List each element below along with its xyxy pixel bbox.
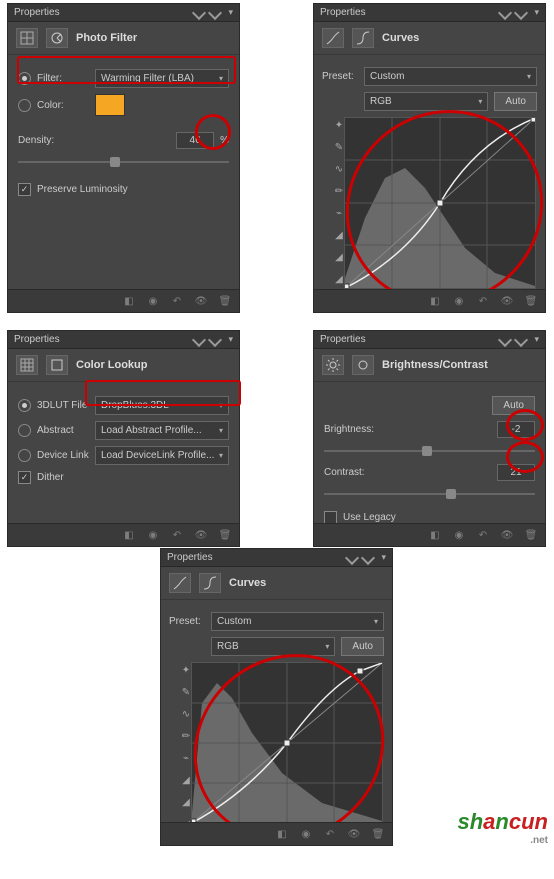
panel-header[interactable]: Properties▾ [314,331,545,349]
panel-curves-bottom: Properties▾ Curves Preset:Custom▾ RGB▾Au… [160,548,393,846]
collapse-icon[interactable] [498,5,512,19]
panel-header[interactable]: Properties▾ [161,549,392,567]
panel-color-lookup: Properties▾ Color Lookup 3DLUT FileDropB… [7,330,240,547]
contrast-value[interactable]: 21 [497,464,535,481]
panel-curves-top: Properties▾ Curves Preset:Custom▾ RGB▾Au… [313,3,546,313]
device-radio[interactable] [18,449,31,462]
adjustment-icon [16,28,38,48]
panel-brightness-contrast: Properties▾ Brightness/Contrast Auto Bri… [313,330,546,547]
auto-button[interactable]: Auto [341,637,384,656]
menu-icon[interactable]: ▾ [534,7,539,18]
curves-graph[interactable] [191,662,383,824]
percent-label: % [220,135,229,146]
lut-select[interactable]: DropBlues.3DL▾ [95,396,229,415]
device-select[interactable]: Load DeviceLink Profile...▾ [95,446,229,465]
abstract-radio[interactable] [18,424,31,437]
collapse-icon[interactable] [208,5,222,19]
lookup-icon [46,355,68,375]
panel-header[interactable]: Properties▾ [314,4,545,22]
auto-button[interactable]: Auto [492,396,535,415]
dither-checkbox[interactable] [18,471,31,484]
visibility-icon[interactable]: 👁 [193,294,209,308]
channel-select[interactable]: RGB▾ [364,92,488,111]
view-prev-icon[interactable]: ◉ [145,294,161,308]
curves-icon [199,573,221,593]
adjustment-icon [322,28,344,48]
photo-filter-icon [46,28,68,48]
lut-radio[interactable] [18,399,31,412]
adjustment-icon [169,573,191,593]
curves-graph[interactable] [344,117,536,289]
preset-select[interactable]: Custom▾ [364,67,537,86]
color-swatch[interactable] [95,94,125,116]
channel-select[interactable]: RGB▾ [211,637,335,656]
density-value[interactable]: 46 [176,132,214,149]
grid-icon [16,355,38,375]
filter-select[interactable]: Warming Filter (LBA)▾ [95,69,229,88]
density-slider[interactable] [18,155,229,169]
panel-head-label: Properties [14,7,60,18]
filter-label: Filter: [37,73,89,84]
abstract-select[interactable]: Load Abstract Profile...▾ [95,421,229,440]
brightness-value[interactable]: -2 [497,421,535,438]
trash-icon[interactable]: 🗑 [523,294,539,308]
sun-icon [322,355,344,375]
contrast-slider[interactable] [324,487,535,501]
menu-icon[interactable]: ▾ [228,7,233,18]
filter-radio[interactable] [18,72,31,85]
color-radio[interactable] [18,99,31,112]
reset-icon[interactable]: ↶ [169,294,185,308]
color-label: Color: [37,100,89,111]
collapse-icon[interactable] [192,5,206,19]
clip-icon[interactable]: ◧ [121,294,137,308]
clip-icon[interactable]: ◧ [427,294,443,308]
panel-header[interactable]: Properties▾ [8,331,239,349]
preserve-checkbox[interactable] [18,183,31,196]
panel-header[interactable]: Properties ▾ [8,4,239,22]
brightness-icon [352,355,374,375]
density-label: Density: [18,135,70,146]
curves-icon [352,28,374,48]
panel-photo-filter: Properties ▾ Photo Filter Filter: Warming … [7,3,240,313]
preset-select[interactable]: Custom▾ [211,612,384,631]
brightness-slider[interactable] [324,444,535,458]
trash-icon[interactable]: 🗑 [217,294,233,308]
auto-button[interactable]: Auto [494,92,537,111]
preserve-label: Preserve Luminosity [37,184,128,195]
panel-title: Photo Filter [76,32,137,44]
watermark: shancun.net [457,809,548,846]
